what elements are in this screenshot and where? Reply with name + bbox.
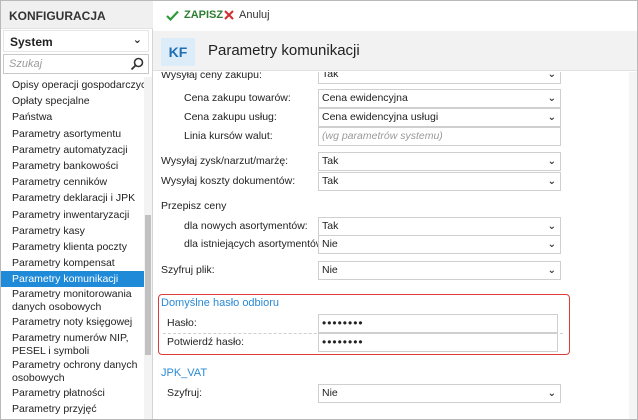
chevron-down-icon: ⌄ [547, 221, 556, 232]
module-select[interactable]: System ⌄ [3, 30, 149, 52]
send-purchase-prices-value: Tak [322, 72, 339, 80]
sidebar-item[interactable]: Parametry asortymentu [1, 126, 144, 142]
sidebar-item[interactable]: Parametry noty księgowej [1, 314, 144, 330]
form-content: Wysyłaj ceny zakupu: Tak ⌄ Cena zakupu t… [153, 72, 637, 419]
sidebar-item[interactable]: Parametry inwentaryzacji [1, 207, 144, 223]
confirm-password-input[interactable]: •••••••• [318, 333, 558, 352]
chevron-down-icon: ⌄ [132, 34, 142, 46]
chevron-down-icon: ⌄ [547, 112, 556, 123]
cancel-label: Anuluj [239, 9, 270, 21]
jpk-encrypt-select[interactable]: Nie ⌄ [318, 384, 561, 403]
send-doc-costs-value: Tak [322, 175, 339, 187]
sidebar-nav: Opisy operacji gospodarczych Opłaty spec… [1, 77, 144, 417]
sidebar-item[interactable]: Parametry ochrony danych osobowych [1, 358, 144, 385]
encrypt-file-label: Szyfruj plik: [161, 264, 215, 276]
send-doc-costs-select[interactable]: Tak ⌄ [318, 172, 561, 191]
sidebar: KONFIGURACJA System ⌄ Opisy operacji gos… [1, 1, 153, 419]
sidebar-item[interactable]: Parametry deklaracji i JPK [1, 190, 144, 206]
jpk-encrypt-value: Nie [322, 387, 338, 399]
chevron-down-icon: ⌄ [547, 265, 556, 276]
sidebar-item[interactable]: Opisy operacji gospodarczych [1, 77, 144, 93]
sidebar-item[interactable]: Państwa [1, 109, 144, 125]
services-purchase-price-select[interactable]: Cena ewidencyjna usługi ⌄ [318, 108, 561, 127]
existing-products-select[interactable]: Nie ⌄ [318, 235, 561, 254]
module-badge: KF [161, 38, 195, 66]
jpk-encrypt-label: Szyfruj: [167, 387, 203, 399]
password-value: •••••••• [322, 316, 364, 330]
check-icon [166, 10, 179, 21]
sidebar-item[interactable]: Parametry automatyzacji [1, 142, 144, 158]
new-products-value: Tak [322, 220, 339, 232]
goods-purchase-price-value: Cena ewidencyjna [322, 92, 408, 104]
sidebar-scroll-thumb[interactable] [145, 215, 151, 355]
sidebar-item[interactable]: Opłaty specjalne [1, 93, 144, 109]
search-box [3, 54, 149, 74]
fx-rate-line-label: Linia kursów walut: [184, 130, 273, 142]
sidebar-item[interactable]: Parametry przyjęć [1, 401, 144, 417]
chevron-down-icon: ⌄ [547, 93, 556, 104]
services-purchase-price-value: Cena ewidencyjna usługi [322, 111, 439, 123]
title-bar: KF Parametry komunikacji [153, 31, 637, 71]
chevron-down-icon: ⌄ [547, 72, 556, 80]
chevron-down-icon: ⌄ [547, 239, 556, 250]
chevron-down-icon: ⌄ [547, 176, 556, 187]
default-password-heading: Domyślne hasło odbioru [161, 297, 280, 309]
confirm-password-value: •••••••• [322, 335, 364, 349]
send-profit-value: Tak [322, 155, 339, 167]
sidebar-item[interactable]: Parametry kompensat [1, 255, 144, 271]
sidebar-item[interactable]: Parametry numerów NIP, PESEL i symboli [1, 331, 144, 358]
send-purchase-prices-label: Wysyłaj ceny zakupu: [161, 72, 262, 81]
new-products-label: dla nowych asortymentów: [184, 220, 308, 232]
jpk-vat-heading: JPK_VAT [161, 367, 208, 379]
sidebar-item[interactable]: Parametry kasy [1, 223, 144, 239]
goods-purchase-price-select[interactable]: Cena ewidencyjna ⌄ [318, 89, 561, 108]
services-purchase-price-label: Cena zakupu usług: [184, 111, 277, 123]
send-purchase-prices-select[interactable]: Tak ⌄ [318, 72, 561, 84]
sidebar-item[interactable]: Parametry monitorowania danych osobowych [1, 287, 144, 314]
goods-purchase-price-label: Cena zakupu towarów: [184, 92, 291, 104]
new-products-select[interactable]: Tak ⌄ [318, 217, 561, 236]
send-profit-label: Wysyłaj zysk/narzut/marżę: [161, 155, 289, 167]
send-doc-costs-label: Wysyłaj koszty dokumentów: [161, 175, 296, 187]
page-title: Parametry komunikacji [208, 42, 360, 59]
fx-rate-line-value: (wg parametrów systemu) [322, 130, 443, 142]
sidebar-item[interactable]: Parametry bankowości [1, 158, 144, 174]
sidebar-item[interactable]: Parametry płatności [1, 385, 144, 401]
chevron-down-icon: ⌄ [547, 156, 556, 167]
sidebar-item[interactable]: Parametry cenników [1, 174, 144, 190]
existing-products-value: Nie [322, 238, 338, 250]
password-input[interactable]: •••••••• [318, 314, 558, 333]
save-button[interactable]: ZAPISZ [166, 9, 223, 21]
password-label: Hasło: [167, 317, 197, 329]
existing-products-label: dla istniejących asortymentów: [184, 238, 327, 250]
module-select-value: System [10, 35, 53, 49]
sidebar-item-active[interactable]: Parametry komunikacji [1, 271, 144, 288]
save-label: ZAPISZ [184, 9, 224, 21]
fx-rate-line-field[interactable]: (wg parametrów systemu) [318, 127, 561, 146]
sidebar-item[interactable]: Parametry klienta poczty [1, 239, 144, 255]
encrypt-file-value: Nie [322, 264, 338, 276]
sidebar-header: KONFIGURACJA [1, 1, 153, 29]
search-icon[interactable] [130, 57, 144, 71]
main-scrollbar[interactable] [629, 72, 637, 419]
chevron-down-icon: ⌄ [547, 388, 556, 399]
close-icon [224, 10, 234, 20]
app-window: KONFIGURACJA System ⌄ Opisy operacji gos… [0, 0, 638, 420]
send-profit-select[interactable]: Tak ⌄ [318, 152, 561, 171]
main-panel: ZAPISZ Anuluj KF Parametry komunikacji W… [153, 1, 637, 419]
cancel-button[interactable]: Anuluj [224, 9, 270, 21]
rewrite-prices-heading: Przepisz ceny [161, 200, 227, 212]
confirm-password-label: Potwierdź hasło: [167, 336, 245, 348]
toolbar: ZAPISZ Anuluj [153, 1, 637, 31]
sidebar-scrollbar[interactable] [144, 77, 152, 419]
search-input[interactable] [4, 55, 124, 73]
encrypt-file-select[interactable]: Nie ⌄ [318, 261, 561, 280]
